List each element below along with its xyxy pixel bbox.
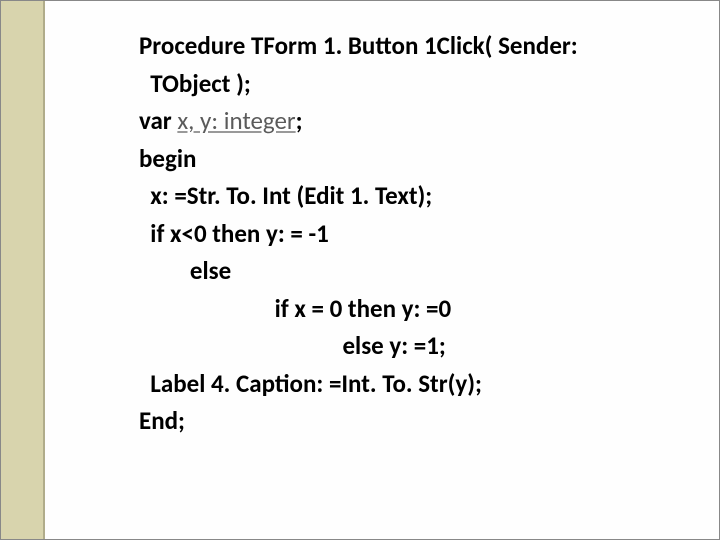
code-line: if x = 0 then y: =0 bbox=[139, 290, 699, 328]
left-accent-stripe bbox=[1, 1, 45, 539]
code-line: Label 4. Caption: =Int. To. Str(y); bbox=[139, 365, 699, 403]
code-line: else bbox=[139, 252, 699, 290]
code-line: End; bbox=[139, 402, 699, 440]
code-line: else y: =1; bbox=[139, 327, 699, 365]
code-line: Procedure TForm 1. Button 1Click( Sender… bbox=[139, 27, 699, 65]
slide: Procedure TForm 1. Button 1Click( Sender… bbox=[0, 0, 720, 540]
var-declaration: x, y: integer bbox=[177, 105, 295, 136]
code-line: x: =Str. To. Int (Edit 1. Text); bbox=[139, 177, 699, 215]
code-line: var x, y: integer; bbox=[139, 102, 699, 140]
code-line: TObject ); bbox=[139, 65, 699, 103]
code-line: begin bbox=[139, 140, 699, 178]
semicolon: ; bbox=[296, 105, 303, 136]
code-block: Procedure TForm 1. Button 1Click( Sender… bbox=[139, 27, 699, 440]
code-line: if x<0 then y: = -1 bbox=[139, 215, 699, 253]
keyword-var: var bbox=[139, 105, 177, 136]
